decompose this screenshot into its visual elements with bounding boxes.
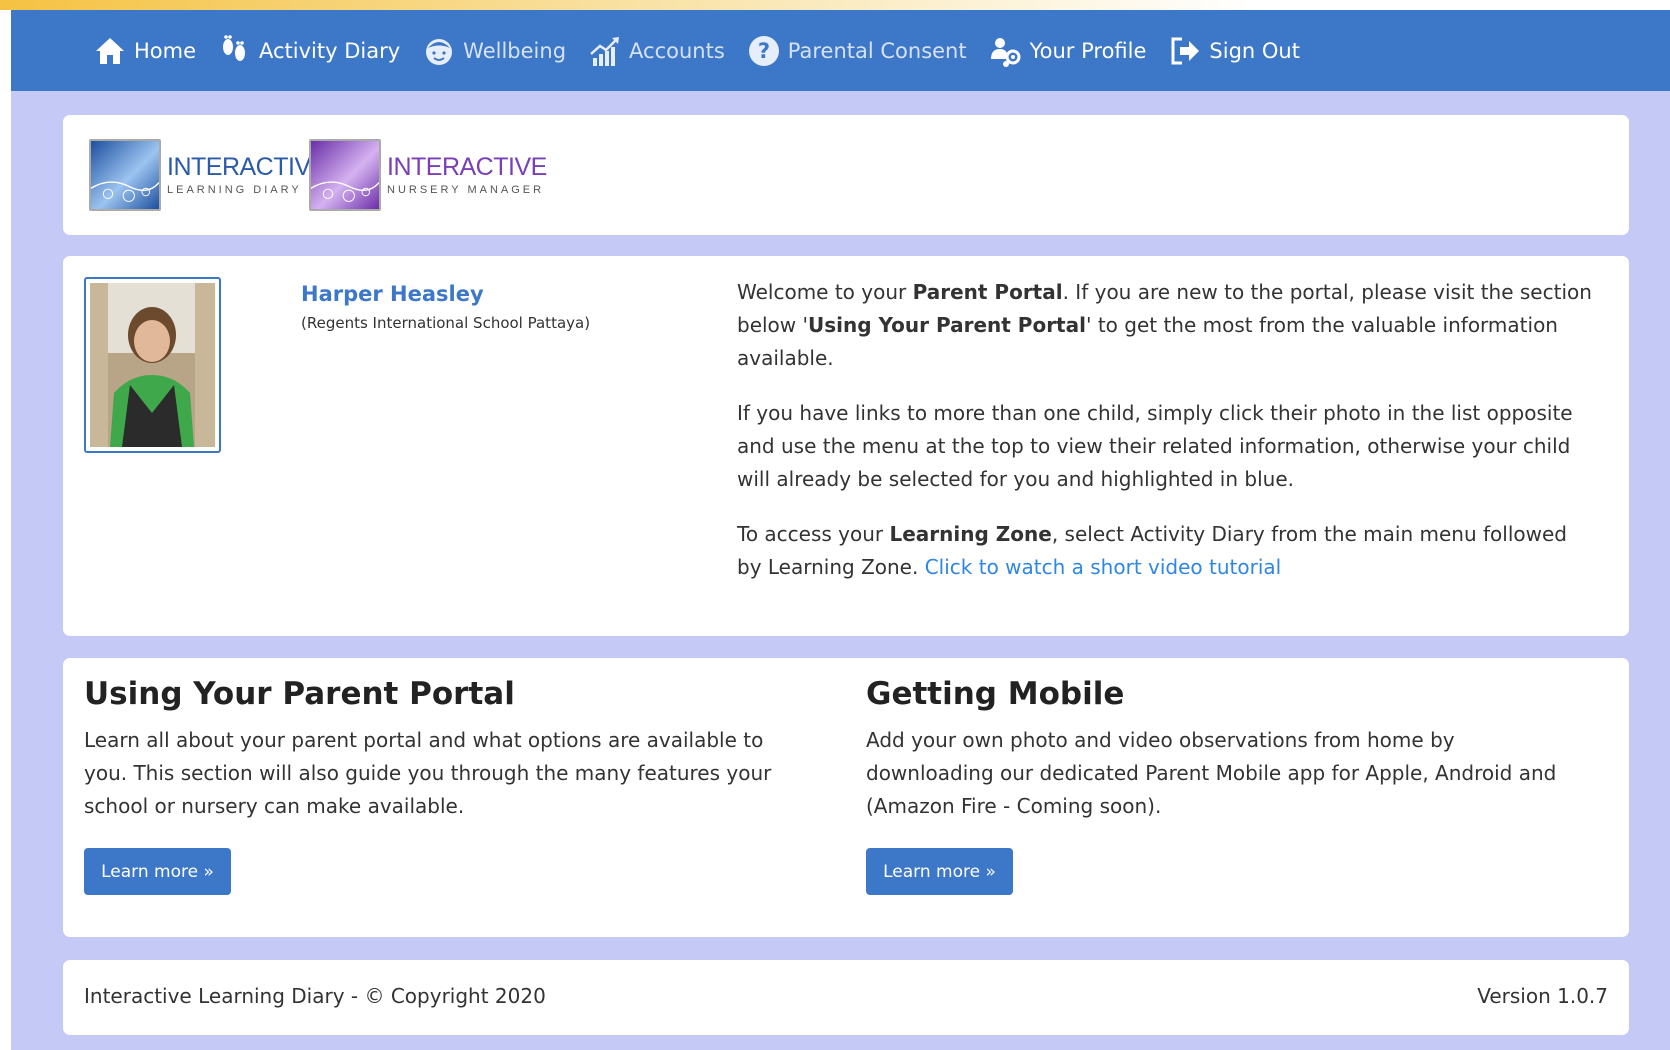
nursery-manager-logo: INTERACTIVE NURSERY MANAGER — [309, 139, 547, 211]
nav-label: Sign Out — [1209, 38, 1300, 63]
window-top-strip — [0, 0, 1670, 10]
info-sections-panel: Using Your Parent Portal Learn all about… — [63, 658, 1629, 937]
footer-version: Version 1.0.7 — [1477, 984, 1608, 1008]
logo-subtitle: LEARNING DIARY — [167, 184, 302, 196]
logos-panel: INTERACTIVE LEARNING DIARY INTERACTIVE N… — [63, 115, 1629, 235]
nav-label: Accounts — [629, 38, 725, 63]
child-name[interactable]: Harper Heasley — [301, 282, 484, 306]
nav-item-parental-consent[interactable]: ? Parental Consent — [747, 34, 967, 68]
section-parent-portal: Using Your Parent Portal Learn all about… — [84, 676, 804, 823]
learn-more-mobile-button[interactable]: Learn more » — [866, 848, 1013, 895]
section-title: Getting Mobile — [866, 676, 1125, 712]
video-tutorial-link[interactable]: Click to watch a short video tutorial — [925, 555, 1281, 579]
text-run-bold: Learning Zone — [889, 522, 1052, 546]
nav-item-accounts[interactable]: Accounts — [588, 34, 725, 68]
text-run: To access your — [737, 522, 890, 546]
learn-more-portal-button[interactable]: Learn more » — [84, 848, 231, 895]
section-getting-mobile: Getting Mobile Add your own photo and vi… — [866, 676, 1586, 823]
footprints-icon — [223, 34, 246, 61]
sign-out-icon — [1171, 37, 1200, 64]
nav-item-sign-out[interactable]: Sign Out — [1168, 34, 1300, 68]
logo-word: INTERACTIVE — [167, 153, 327, 181]
nav-label: Your Profile — [1029, 38, 1147, 63]
learning-diary-logo-icon — [89, 139, 161, 211]
child-school: (Regents International School Pattaya) — [301, 314, 591, 332]
text-run-bold: Parent Portal — [912, 280, 1063, 304]
logo-subtitle: NURSERY MANAGER — [387, 184, 545, 196]
section-body: Learn all about your parent portal and w… — [84, 728, 772, 818]
chart-up-icon — [590, 36, 620, 66]
home-icon — [96, 37, 124, 64]
nav-label: Activity Diary — [259, 38, 401, 63]
child-face-icon — [426, 38, 453, 65]
welcome-paragraph-3: To access your Learning Zone, select Act… — [737, 518, 1597, 584]
nav-item-activity-diary[interactable]: Activity Diary — [218, 34, 400, 68]
section-title: Using Your Parent Portal — [84, 676, 515, 712]
users-gear-icon — [990, 37, 1021, 67]
text-run-bold: Using Your Parent Portal — [808, 313, 1086, 337]
child-profile-panel: Harper Heasley (Regents International Sc… — [63, 256, 1629, 636]
section-body: Add your own photo and video observation… — [866, 728, 1557, 818]
nursery-manager-logo-icon — [309, 139, 381, 211]
child-photo[interactable] — [84, 277, 221, 453]
welcome-paragraph-2: If you have links to more than one child… — [737, 401, 1573, 491]
learning-diary-logo: INTERACTIVE LEARNING DIARY — [89, 139, 327, 211]
page-frame: Home Activity Diary Wellbeing Accounts ?… — [11, 10, 1670, 1050]
nav-item-your-profile[interactable]: Your Profile — [989, 34, 1147, 68]
text-run: Welcome to your — [737, 280, 913, 304]
nav-label: Home — [134, 38, 197, 63]
footer-panel: Interactive Learning Diary - © Copyright… — [63, 960, 1629, 1035]
main-navbar: Home Activity Diary Wellbeing Accounts ?… — [11, 10, 1670, 91]
nav-label: Wellbeing — [463, 38, 567, 63]
nav-item-home[interactable]: Home — [93, 34, 196, 68]
nav-item-wellbeing[interactable]: Wellbeing — [422, 34, 566, 68]
logo-word: INTERACTIVE — [387, 153, 547, 181]
question-circle-icon: ? — [748, 35, 779, 66]
nav-label: Parental Consent — [787, 38, 967, 63]
welcome-text: Welcome to your Parent Portal. If you ar… — [737, 276, 1597, 606]
welcome-paragraph-1: Welcome to your Parent Portal. If you ar… — [737, 276, 1597, 375]
child-photo-image — [90, 283, 215, 447]
svg-text:?: ? — [758, 39, 770, 63]
footer-copyright: Interactive Learning Diary - © Copyright… — [84, 984, 546, 1008]
